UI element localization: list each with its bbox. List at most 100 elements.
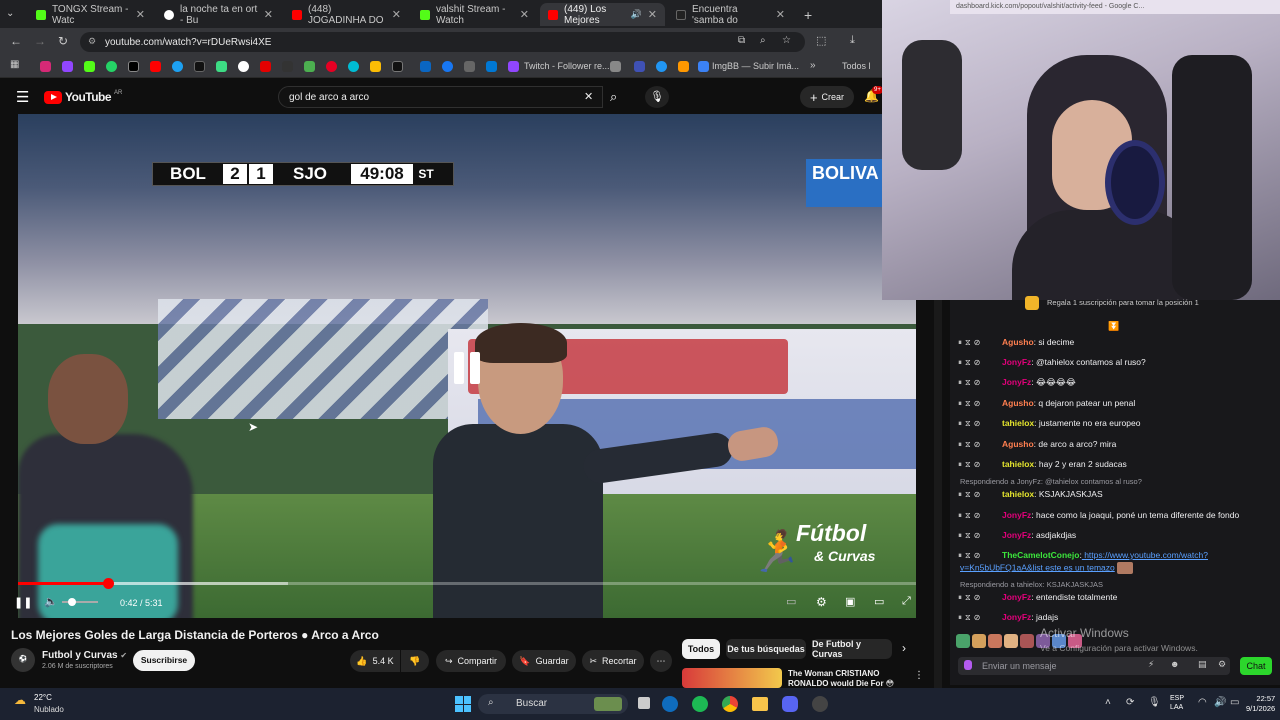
clock[interactable]: 22:57 9/1/2026	[1246, 694, 1275, 714]
facebook-icon[interactable]	[442, 61, 453, 72]
windows-start-icon[interactable]	[455, 696, 471, 712]
like-button[interactable]: 👍 5.4 K	[350, 650, 400, 672]
volume-knob[interactable]	[68, 598, 76, 606]
cloud-icon[interactable]	[172, 61, 183, 72]
bookmark-icon[interactable]	[392, 61, 403, 72]
forward-icon[interactable]: →	[34, 34, 46, 48]
chat-username[interactable]: tahielox	[1002, 459, 1034, 469]
mod-actions-icon[interactable]: ⏸⧖⊘	[958, 551, 1002, 561]
close-icon[interactable]: ✕	[776, 8, 785, 21]
bookmark-icon[interactable]	[634, 61, 645, 72]
chat-username[interactable]: JonyFz	[1002, 530, 1031, 540]
whatsapp-icon[interactable]	[106, 61, 117, 72]
chat-username[interactable]: JonyFz	[1002, 592, 1031, 602]
cast-icon[interactable]: ⧉	[738, 35, 745, 46]
bookmark-todos[interactable]: Todos l	[842, 61, 871, 71]
channel-avatar[interactable]: ⚽	[11, 648, 35, 672]
more-bookmarks-icon[interactable]: »	[810, 60, 816, 71]
extensions-icon[interactable]: ⬚	[816, 34, 826, 47]
settings-icon[interactable]: ⚙	[816, 595, 827, 609]
mod-actions-icon[interactable]: ⏸⧖⊘	[958, 511, 1002, 521]
chrome-icon[interactable]	[238, 61, 249, 72]
chip-channel[interactable]: De Futbol y Curvas	[812, 639, 892, 659]
close-icon[interactable]: ✕	[392, 8, 401, 21]
emote-icon[interactable]	[956, 634, 970, 648]
more-actions-button[interactable]: ⋯	[650, 650, 672, 672]
edge-icon[interactable]	[662, 696, 678, 712]
close-icon[interactable]: ✕	[264, 8, 273, 21]
calendar-icon[interactable]: ▤	[1198, 659, 1207, 670]
clear-search-icon[interactable]: ✕	[584, 90, 593, 103]
task-view-icon[interactable]	[638, 697, 650, 709]
tab-la-noche[interactable]: la noche ta en ort - Bu ✕	[156, 3, 281, 26]
recommended-thumbnail[interactable]	[682, 668, 782, 688]
search-input[interactable]: gol de arco a arco ✕	[278, 86, 603, 108]
tab-encuentra[interactable]: Encuentra 'samba do ✕	[668, 3, 793, 26]
miniplayer-icon[interactable]: ▣	[845, 595, 855, 608]
mod-actions-icon[interactable]: ⏸⧖⊘	[958, 419, 1002, 429]
audio-icon[interactable]: 🔊	[631, 9, 642, 20]
create-button[interactable]: + Crear	[800, 86, 854, 108]
site-info-icon[interactable]: ⚙	[88, 36, 96, 47]
spotify-icon[interactable]	[692, 696, 708, 712]
mod-actions-icon[interactable]: ⏸⧖⊘	[958, 613, 1002, 623]
chat-link[interactable]: v=Kn5bUbFQ1aA&list este es un temazo	[960, 562, 1115, 572]
youtube-icon[interactable]	[150, 61, 161, 72]
recommended-title[interactable]: The Woman CRISTIANO RONALDO would Die Fo…	[788, 669, 894, 689]
chat-username[interactable]: JonyFz	[1002, 612, 1031, 622]
chat-username[interactable]: Agusho	[1002, 337, 1034, 347]
search-icon[interactable]: ⌕	[610, 89, 617, 105]
gift-sub-banner[interactable]: Regala 1 suscripción para tomar la posic…	[1047, 298, 1199, 307]
twitch-icon[interactable]	[62, 61, 73, 72]
scroll-down-icon[interactable]: ⏬	[1108, 321, 1119, 332]
speaker-icon[interactable]: 🔊	[1214, 697, 1226, 708]
close-icon[interactable]: ✕	[520, 8, 529, 21]
zoom-icon[interactable]: ⌕	[760, 35, 766, 46]
mod-actions-icon[interactable]: ⏸⧖⊘	[958, 358, 1002, 368]
mod-actions-icon[interactable]: ⏸⧖⊘	[958, 440, 1002, 450]
bookmark-icon[interactable]	[678, 61, 689, 72]
bookmark-icon[interactable]	[464, 61, 475, 72]
chip-todos[interactable]: Todos	[682, 639, 720, 659]
channel-name[interactable]: Futbol y Curvas ✔	[42, 650, 127, 661]
bookmark-icon[interactable]	[370, 61, 381, 72]
close-icon[interactable]: ✕	[136, 8, 145, 21]
more-vertical-icon[interactable]: ⋮	[914, 670, 924, 681]
linkedin-icon[interactable]	[420, 61, 431, 72]
chat-username[interactable]: JonyFz	[1002, 377, 1031, 387]
microphone-icon[interactable]: 🎙	[645, 86, 669, 108]
app-icon[interactable]	[216, 61, 227, 72]
chat-username[interactable]: tahielox	[1002, 489, 1034, 499]
instagram-icon[interactable]	[40, 61, 51, 72]
address-bar[interactable]: ⚙ youtube.com/watch?v=rDUeRwsi4XE ⧉ ⌕ ☆	[80, 32, 805, 52]
mod-actions-icon[interactable]: ⏸⧖⊘	[958, 531, 1002, 541]
pause-icon[interactable]: ❚❚	[14, 596, 32, 609]
file-explorer-icon[interactable]	[752, 697, 768, 711]
apps-icon[interactable]: ▦	[10, 59, 21, 70]
weather-icon[interactable]: ☁	[14, 693, 26, 707]
taskbar-search[interactable]: ⌕ Buscar	[478, 694, 628, 714]
bookmark-icon[interactable]	[656, 61, 667, 72]
battery-icon[interactable]: ▭	[1230, 697, 1239, 708]
tab-los-mejores[interactable]: (449) Los Mejores 🔊 ✕	[540, 3, 665, 26]
tab-tongx[interactable]: TONGX Stream - Watc ✕	[28, 3, 153, 26]
emote-icon[interactable]	[1020, 634, 1034, 648]
mod-actions-icon[interactable]: ⏸⧖⊘	[958, 378, 1002, 388]
chat-username[interactable]: JonyFz	[1002, 357, 1031, 367]
tab-search-icon[interactable]: ⌄	[6, 8, 14, 19]
emote-icon[interactable]	[1004, 634, 1018, 648]
new-tab-button[interactable]: +	[796, 3, 820, 26]
back-icon[interactable]: ←	[10, 34, 22, 48]
bookmark-imgbb[interactable]: ImgBB — Subir Imá...	[712, 61, 799, 71]
mod-actions-icon[interactable]: ⏸⧖⊘	[958, 338, 1002, 348]
tray-app-icon[interactable]: ⟳	[1126, 697, 1134, 708]
subscribe-button[interactable]: Suscribirse	[133, 650, 195, 671]
download-icon[interactable]: ⤓	[850, 34, 855, 47]
reload-icon[interactable]: ↻	[58, 34, 68, 48]
chat-username[interactable]: JonyFz	[1002, 510, 1031, 520]
tab-jogadinha[interactable]: (448) JOGADINHA DO ✕	[284, 3, 409, 26]
tab-valshit[interactable]: valshit Stream - Watch ✕	[412, 3, 537, 26]
mod-actions-icon[interactable]: ⏸⧖⊘	[958, 593, 1002, 603]
bookmark-icon[interactable]	[486, 61, 497, 72]
discord-icon[interactable]	[782, 696, 798, 712]
